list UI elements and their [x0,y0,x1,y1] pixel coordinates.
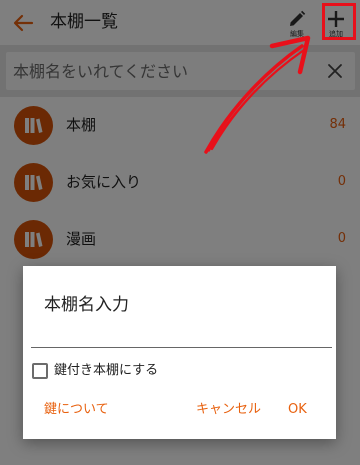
bookshelf-name-dialog: 本棚名入力 鍵付き本棚にする 鍵について キャンセル OK [23,266,336,439]
bookshelf-name-input[interactable] [31,326,332,348]
ok-button[interactable]: OK [288,400,307,420]
lock-checkbox[interactable] [32,363,48,379]
about-lock-button[interactable]: 鍵について [44,400,109,420]
add-button-highlight [322,3,356,40]
dialog-title: 本棚名入力 [44,295,129,315]
lock-checkbox-label: 鍵付き本棚にする [54,363,159,378]
cancel-button[interactable]: キャンセル [196,400,261,420]
